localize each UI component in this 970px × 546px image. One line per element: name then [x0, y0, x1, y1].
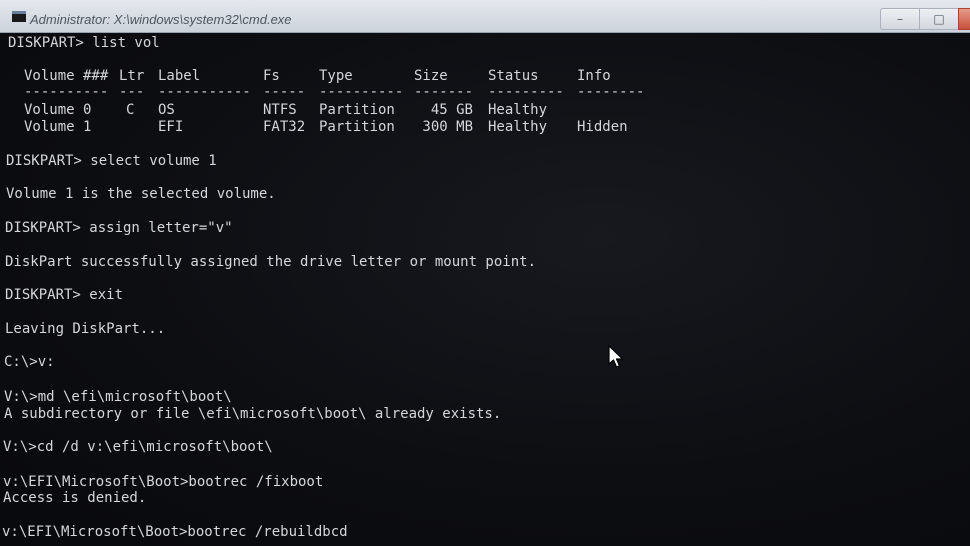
table-header-cell: Info: [577, 68, 611, 84]
minimize-button[interactable]: –: [880, 8, 920, 30]
table-cell: Healthy: [488, 102, 548, 118]
table-cell: Partition: [319, 102, 395, 118]
table-separator-cell: -----------: [158, 84, 251, 100]
console-line: DISKPART> select volume 1: [6, 153, 217, 169]
console-line: v:\EFI\Microsoft\Boot>bootrec /fixboot: [3, 474, 324, 490]
console-line: V:\>md \efi\microsoft\boot\: [4, 389, 232, 405]
cmd-window[interactable]: Administrator: X:\windows\system32\cmd.e…: [0, 0, 970, 546]
console-line: Volume 1 is the selected volume.: [6, 186, 276, 202]
table-cell: EFI: [158, 119, 184, 135]
table-header-cell: Type: [319, 68, 353, 84]
table-separator-cell: ----------: [24, 84, 109, 100]
console-line: C:\>v:: [4, 354, 55, 370]
table-header-cell: Status: [488, 68, 539, 84]
table-cell: Healthy: [488, 119, 548, 135]
table-row: Volume 1 EFI FAT32 Partition 300 MB Healthy Hi…: [0, 119, 970, 136]
maximize-button[interactable]: □: [919, 8, 959, 30]
table-separator-cell: ---: [119, 84, 145, 100]
console-line: V:\>cd /d v:\efi\microsoft\boot\: [3, 439, 273, 455]
table-separator-cell: ---------: [488, 84, 564, 100]
table-separator-cell: --------: [577, 84, 645, 100]
table-header-cell: Size: [414, 68, 448, 84]
table-row: Volume 0 C OS NTFS Partition 45 GB Healthy: [0, 102, 970, 119]
console-line: DISKPART> list vol: [8, 35, 160, 51]
window-title: Administrator: X:\windows\system32\cmd.e…: [30, 12, 292, 27]
mouse-cursor-icon: [608, 345, 624, 368]
table-cell: OS: [158, 102, 175, 118]
console-line: A subdirectory or file \efi\microsoft\bo…: [4, 406, 502, 422]
cmd-icon: [12, 11, 26, 22]
close-button[interactable]: ✕: [958, 8, 970, 30]
console-line: DiskPart successfully assigned the drive…: [5, 254, 537, 270]
console-output[interactable]: DISKPART> list vol Volume ### Ltr Label Fs T…: [0, 33, 970, 546]
console-line: DISKPART> assign letter="v": [5, 220, 233, 236]
table-separator-cell: -----: [263, 84, 306, 100]
table-cell: Volume 1: [24, 119, 92, 135]
table-cell: Hidden: [577, 119, 628, 135]
console-line: v:\EFI\Microsoft\Boot>bootrec /rebuildbc…: [2, 524, 348, 540]
table-cell: Partition: [319, 119, 395, 135]
table-cell: 45 GB: [430, 102, 473, 118]
table-cell: Volume 0: [24, 102, 92, 118]
table-separator-cell: -------: [414, 84, 474, 100]
table-header-cell: Volume ###: [24, 68, 109, 84]
table-cell: 300 MB: [422, 119, 473, 135]
table-header-row: Volume ### Ltr Label Fs Type Size Status Info: [0, 68, 970, 85]
table-cell: NTFS: [263, 102, 297, 118]
table-separator-cell: ----------: [319, 84, 404, 100]
table-header-cell: Fs: [263, 68, 280, 84]
table-header-cell: Ltr: [119, 68, 145, 84]
console-line: Leaving DiskPart...: [5, 321, 166, 337]
title-bar[interactable]: Administrator: X:\windows\system32\cmd.e…: [0, 0, 970, 33]
console-line: DISKPART> exit: [5, 287, 124, 303]
table-cell: FAT32: [263, 119, 306, 135]
table-cell: C: [126, 102, 135, 118]
console-line: Access is denied.: [3, 490, 147, 506]
table-header-cell: Label: [158, 68, 201, 84]
table-separator-row: ---------- --- ----------- ----- ---------- -…: [0, 84, 970, 101]
